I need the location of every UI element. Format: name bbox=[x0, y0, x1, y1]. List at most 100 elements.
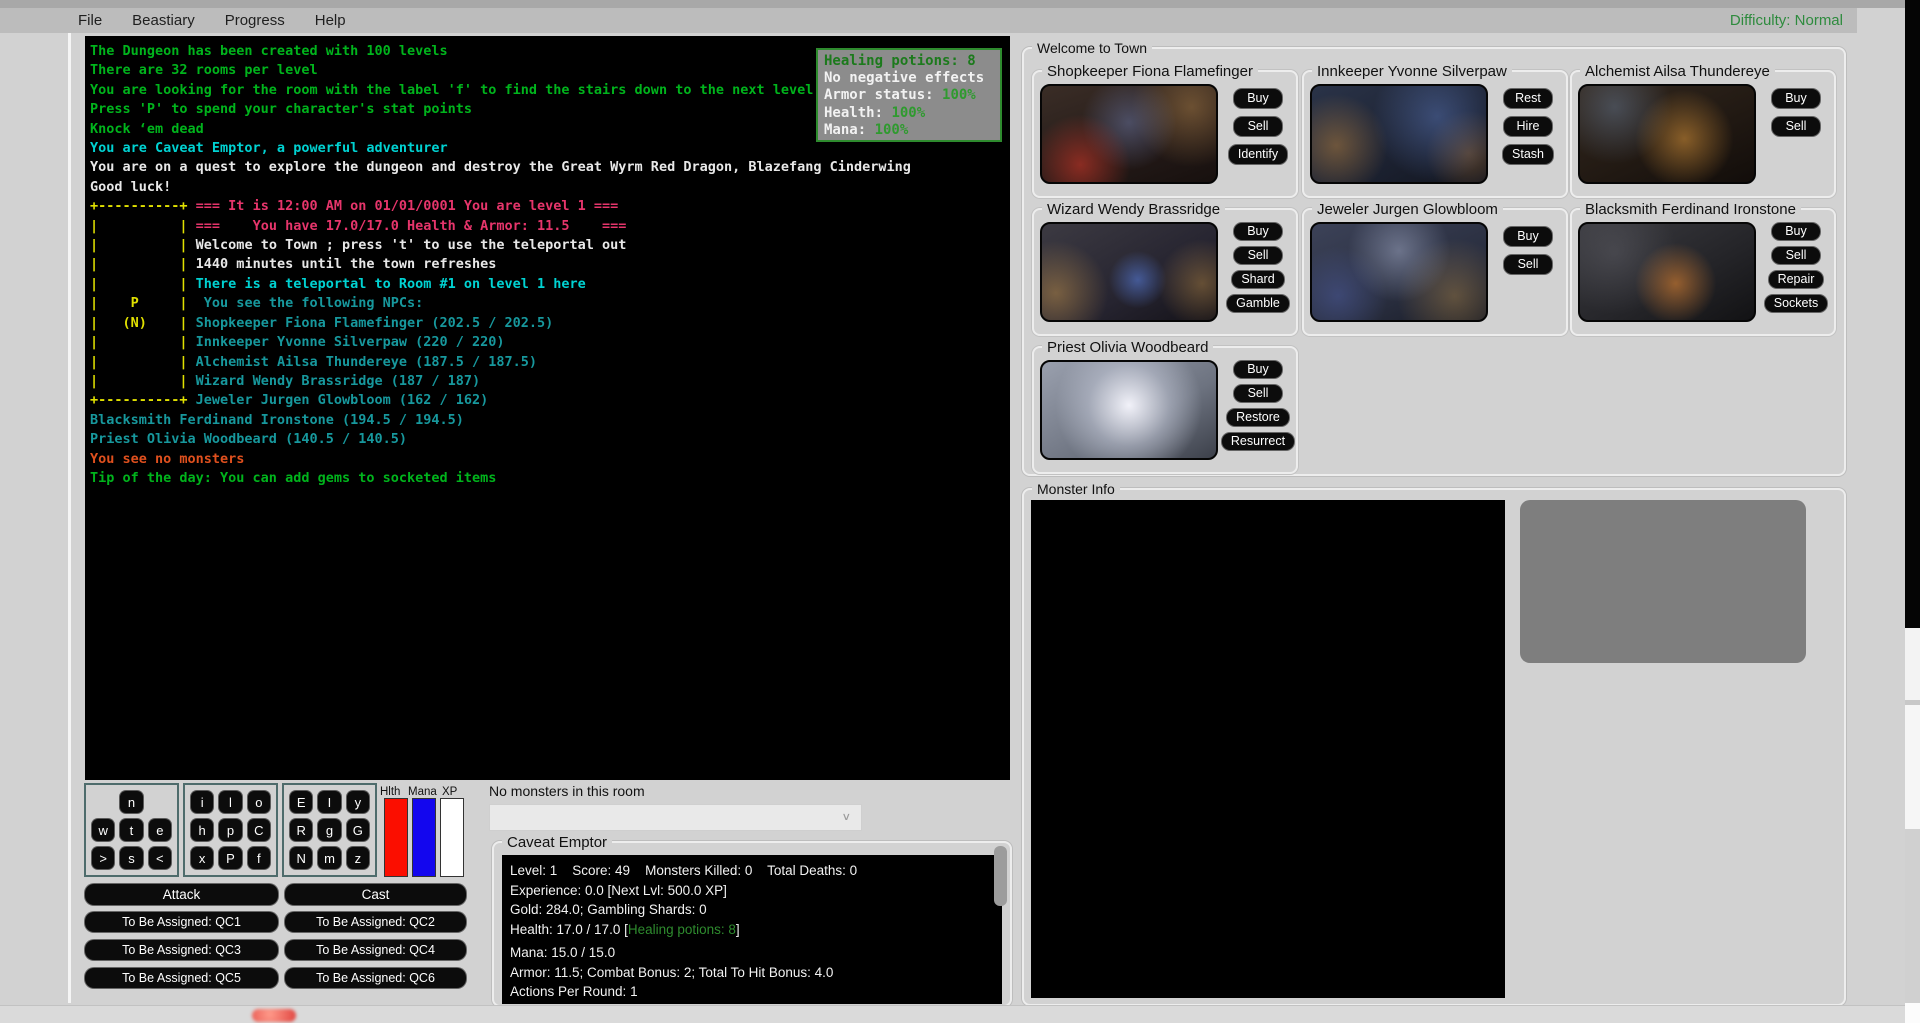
menu-item-help[interactable]: Help bbox=[315, 12, 346, 29]
text-segment: === You have 17.0/17.0 Health & Armor: 1… bbox=[196, 218, 627, 234]
text-segment: 100% bbox=[875, 122, 909, 138]
key-s[interactable]: s bbox=[119, 846, 143, 870]
priest-buy-button[interactable]: Buy bbox=[1233, 360, 1283, 379]
chevron-down-icon: ∨ bbox=[841, 811, 851, 824]
status-overlay: Healing potions: 8No negative effectsArm… bbox=[816, 48, 1002, 142]
overlay-line: Mana: 100% bbox=[824, 122, 994, 139]
wizard-sell-button[interactable]: Sell bbox=[1233, 246, 1283, 265]
text-segment: Blacksmith Ferdinand Ironstone (194.5 / … bbox=[90, 412, 464, 428]
character-stats-scrollbar[interactable] bbox=[994, 846, 1007, 906]
jeweler-sell-button[interactable]: Sell bbox=[1503, 254, 1553, 275]
key-i[interactable]: i bbox=[190, 790, 214, 814]
wizard-buy-button[interactable]: Buy bbox=[1233, 222, 1283, 241]
text-segment: +----------+ bbox=[90, 198, 196, 214]
key-n[interactable]: n bbox=[119, 790, 143, 814]
npc-card: Jeweler Jurgen GlowbloomBuySell bbox=[1302, 208, 1568, 336]
quick-command-qc1-button[interactable]: To Be Assigned: QC1 bbox=[84, 911, 279, 933]
log-line: | | Wizard Wendy Brassridge (187 / 187) bbox=[90, 372, 1010, 391]
text-segment: Priest Olivia Woodbeard (140.5 / 140.5) bbox=[90, 431, 407, 447]
key-R[interactable]: R bbox=[289, 818, 313, 842]
quick-command-qc5-button[interactable]: To Be Assigned: QC5 bbox=[84, 967, 279, 989]
key-z[interactable]: z bbox=[346, 846, 370, 870]
text-segment: 100% bbox=[942, 87, 976, 103]
jeweler-buy-button[interactable]: Buy bbox=[1503, 226, 1553, 247]
town-panel-title: Welcome to Town bbox=[1032, 40, 1152, 56]
text-segment: You are looking for the room with the la… bbox=[90, 82, 813, 98]
menu-item-progress[interactable]: Progress bbox=[225, 12, 285, 29]
shopkeeper-sell-button[interactable]: Sell bbox=[1233, 116, 1283, 137]
blacksmith-sell-button[interactable]: Sell bbox=[1771, 246, 1821, 265]
log-line: | P | You see the following NPCs: bbox=[90, 294, 1010, 313]
monster-select-dropdown[interactable]: ∨ bbox=[489, 804, 862, 831]
key-o[interactable]: o bbox=[247, 790, 271, 814]
key-P[interactable]: P bbox=[218, 846, 242, 870]
overlay-line: Healing potions: 8 bbox=[824, 53, 994, 70]
shopkeeper-identify-button[interactable]: Identify bbox=[1228, 144, 1288, 165]
edge-strip-segment bbox=[1905, 829, 1920, 1003]
npc-card-title: Innkeeper Yvonne Silverpaw bbox=[1312, 63, 1512, 80]
key-l[interactable]: l bbox=[218, 790, 242, 814]
blacksmith-sockets-button[interactable]: Sockets bbox=[1764, 294, 1828, 313]
alchemist-sell-button[interactable]: Sell bbox=[1771, 116, 1821, 137]
quick-command-qc4-button[interactable]: To Be Assigned: QC4 bbox=[284, 939, 467, 961]
key-I[interactable]: I bbox=[317, 790, 341, 814]
alchemist-buy-button[interactable]: Buy bbox=[1771, 88, 1821, 109]
menu-item-file[interactable]: File bbox=[78, 12, 102, 29]
text-segment: Good luck! bbox=[90, 179, 171, 195]
text-segment: No negative effects bbox=[824, 70, 984, 86]
key-t[interactable]: t bbox=[119, 818, 143, 842]
cast-button[interactable]: Cast bbox=[284, 883, 467, 906]
attack-button[interactable]: Attack bbox=[84, 883, 279, 906]
monster-info-display bbox=[1031, 500, 1505, 998]
key-m[interactable]: m bbox=[317, 846, 341, 870]
key-h[interactable]: h bbox=[190, 818, 214, 842]
innkeeper-stash-button[interactable]: Stash bbox=[1502, 144, 1554, 165]
character-stat-line: Health: 17.0 / 17.0 [Healing potions: 8] bbox=[510, 920, 994, 940]
jeweler-portrait bbox=[1310, 222, 1488, 322]
menu-item-beastiary[interactable]: Beastiary bbox=[132, 12, 195, 29]
log-line: You see no monsters bbox=[90, 450, 1010, 469]
key-e[interactable]: e bbox=[148, 818, 172, 842]
key-y[interactable]: y bbox=[346, 790, 370, 814]
text-segment: Welcome to Town ; press 't' to use the t… bbox=[196, 237, 627, 253]
text-segment: Jeweler Jurgen Glowbloom (162 / 162) bbox=[196, 392, 489, 408]
text-segment: There are 32 rooms per level bbox=[90, 62, 318, 78]
taskbar-app-icon[interactable] bbox=[252, 1009, 296, 1022]
quick-command-qc6-button[interactable]: To Be Assigned: QC6 bbox=[284, 967, 467, 989]
text-segment: Mana: bbox=[824, 122, 875, 138]
innkeeper-hire-button[interactable]: Hire bbox=[1503, 116, 1553, 137]
quick-command-qc2-button[interactable]: To Be Assigned: QC2 bbox=[284, 911, 467, 933]
text-segment: | | bbox=[90, 218, 196, 234]
key-g[interactable]: g bbox=[317, 818, 341, 842]
wizard-gamble-button[interactable]: Gamble bbox=[1226, 294, 1290, 313]
key-w[interactable]: w bbox=[91, 818, 115, 842]
wizard-shard-button[interactable]: Shard bbox=[1231, 270, 1284, 289]
key->[interactable]: > bbox=[91, 846, 115, 870]
priest-sell-button[interactable]: Sell bbox=[1233, 384, 1283, 403]
command-keypad-2: EIy RgG Nmz bbox=[282, 783, 377, 877]
npc-button-column: Buy Sell Identify bbox=[1226, 88, 1290, 165]
text-segment: Healing potions: 8 bbox=[824, 53, 976, 69]
xp-bar-label: XP bbox=[442, 786, 457, 798]
overlay-line: Armor status: 100% bbox=[824, 87, 994, 104]
priest-resurrect-button[interactable]: Resurrect bbox=[1221, 432, 1295, 451]
text-segment: Wizard Wendy Brassridge (187 / 187) bbox=[196, 373, 480, 389]
key-G[interactable]: G bbox=[346, 818, 370, 842]
key-C[interactable]: C bbox=[247, 818, 271, 842]
npc-card-title: Jeweler Jurgen Glowbloom bbox=[1312, 201, 1503, 218]
key-<[interactable]: < bbox=[148, 846, 172, 870]
priest-restore-button[interactable]: Restore bbox=[1226, 408, 1290, 427]
blacksmith-buy-button[interactable]: Buy bbox=[1771, 222, 1821, 241]
key-E[interactable]: E bbox=[289, 790, 313, 814]
monster-info-panel: Monster Info bbox=[1022, 488, 1846, 1006]
key-f[interactable]: f bbox=[247, 846, 271, 870]
blacksmith-repair-button[interactable]: Repair bbox=[1768, 270, 1825, 289]
quick-command-qc3-button[interactable]: To Be Assigned: QC3 bbox=[84, 939, 279, 961]
key-N[interactable]: N bbox=[289, 846, 313, 870]
key-p[interactable]: p bbox=[218, 818, 242, 842]
shopkeeper-buy-button[interactable]: Buy bbox=[1233, 88, 1283, 109]
key-x[interactable]: x bbox=[190, 846, 214, 870]
npc-card: Shopkeeper Fiona FlamefingerBuySellIdent… bbox=[1032, 70, 1298, 198]
innkeeper-rest-button[interactable]: Rest bbox=[1503, 88, 1553, 109]
menubar: FileBeastiaryProgressHelpDifficulty: Nor… bbox=[0, 8, 1857, 33]
